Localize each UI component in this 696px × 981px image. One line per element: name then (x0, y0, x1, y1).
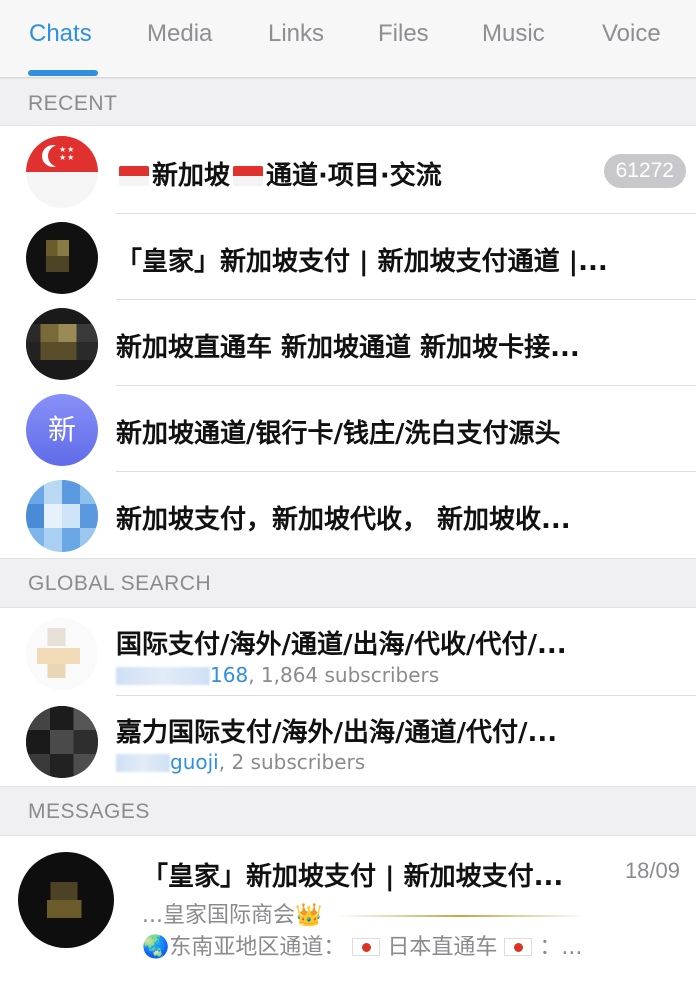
singapore-flag-icon (233, 166, 264, 186)
avatar (26, 480, 98, 552)
section-header-global-search: GLOBAL SEARCH (0, 558, 696, 608)
channel-username[interactable]: guoji (170, 750, 219, 774)
section-header-messages: MESSAGES (0, 786, 696, 836)
recent-chat-row[interactable]: 「皇家」新加坡支付 | 新加坡支付通道 |... (0, 214, 696, 300)
avatar (26, 618, 98, 690)
tab-media[interactable]: Media (147, 20, 212, 56)
channel-title: 国际支付/海外/通道/出海/代收/代付/... (116, 630, 567, 660)
tab-chats[interactable]: Chats (29, 20, 92, 56)
japan-flag-icon (352, 938, 381, 956)
tab-files[interactable]: Files (378, 20, 429, 56)
message-preview-line: ...皇家国际商会👑 (142, 897, 587, 929)
global-result-row[interactable]: 国际支付/海外/通道/出海/代收/代付/... 168, 1,864 subsc… (0, 608, 696, 696)
section-header-recent: RECENT (0, 78, 696, 126)
channel-title: 嘉力国际支付/海外/出海/通道/代付/... (116, 718, 558, 748)
recent-chat-row[interactable]: 新 新加坡通道/银行卡/钱庄/洗白支付源头 (0, 386, 696, 472)
japan-flag-icon (504, 938, 533, 956)
recent-chat-row[interactable]: 新加坡直通车 新加坡通道 新加坡卡接... (0, 300, 696, 386)
chat-title: 「皇家」新加坡支付 | 新加坡支付通道 |... (116, 247, 608, 277)
decorative-divider (336, 915, 587, 917)
tab-links[interactable]: Links (268, 20, 324, 56)
singapore-flag-avatar: ★★ ★★ (26, 136, 98, 208)
channel-info: guoji, 2 subscribers (116, 750, 365, 774)
chat-title: 新加坡通道/银行卡/钱庄/洗白支付源头 (116, 419, 561, 449)
active-tab-indicator (28, 70, 98, 76)
chat-title: 新加坡支付，新加坡代收， 新加坡收... (116, 505, 571, 535)
recent-chat-row[interactable]: 新加坡支付，新加坡代收， 新加坡收... (0, 472, 696, 558)
blurred-username (116, 667, 210, 685)
letter-avatar: 新 (26, 394, 98, 466)
message-date: 18/09 (624, 858, 680, 883)
blurred-username (116, 754, 170, 772)
subscriber-count: , 1,864 subscribers (248, 663, 440, 687)
message-chat-title: 「皇家」新加坡支付 | 新加坡支付... (142, 862, 564, 892)
recent-chat-row[interactable]: ★★ ★★ 新加坡 通道·项目·交流 61272 (0, 126, 696, 214)
tab-voice[interactable]: Voice (602, 20, 661, 56)
avatar (26, 706, 98, 778)
tab-music[interactable]: Music (482, 20, 545, 56)
channel-info: 168, 1,864 subscribers (116, 663, 439, 687)
chat-title: 新加坡直通车 新加坡通道 新加坡卡接... (116, 333, 580, 363)
chat-title: 新加坡 通道·项目·交流 (116, 155, 586, 192)
section-label: MESSAGES (28, 800, 150, 823)
avatar (26, 222, 98, 294)
unread-count-badge: 61272 (603, 154, 686, 188)
avatar (18, 852, 114, 948)
tab-bar: Chats Media Links Files Music Voice (0, 0, 696, 78)
section-label: RECENT (28, 92, 118, 115)
subscriber-count: , 2 subscribers (218, 750, 366, 774)
avatar (26, 308, 98, 380)
section-label: GLOBAL SEARCH (28, 572, 212, 595)
singapore-flag-icon (119, 166, 149, 186)
global-result-row[interactable]: 嘉力国际支付/海外/出海/通道/代付/... guoji, 2 subscrib… (0, 696, 696, 786)
message-preview-line: 🌏东南亚地区通道： 日本直通车 ：... (142, 935, 583, 960)
channel-username[interactable]: 168 (210, 663, 248, 687)
message-result-row[interactable]: 「皇家」新加坡支付 | 新加坡支付... 18/09 ...皇家国际商会👑 🌏东… (0, 836, 696, 981)
